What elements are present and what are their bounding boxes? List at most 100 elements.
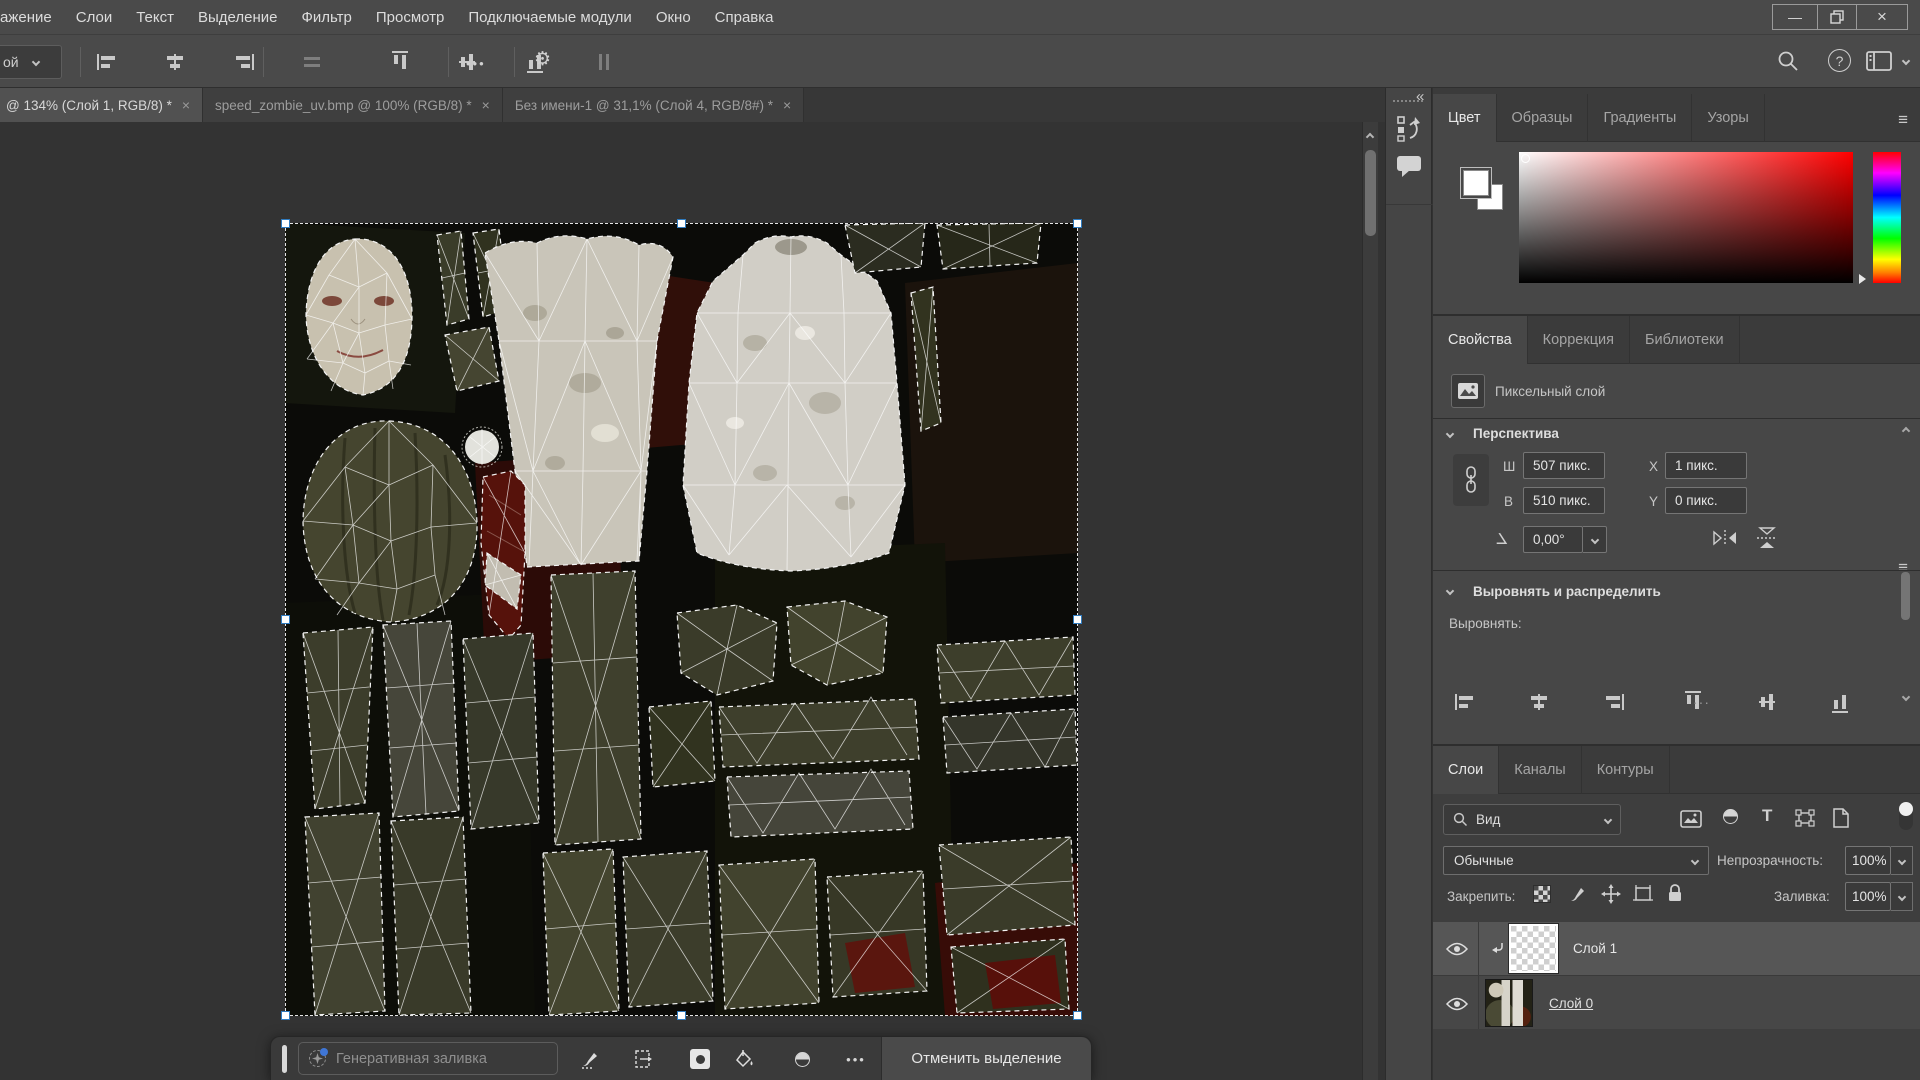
transform-selection-icon[interactable] (631, 1046, 657, 1072)
document-canvas-image[interactable] (285, 223, 1078, 1016)
more-ellipsis[interactable]: ··· (1693, 694, 1710, 710)
filter-adjustment-icon[interactable] (1720, 806, 1741, 827)
tab-properties[interactable]: Свойства (1433, 316, 1528, 364)
panel-menu-icon[interactable]: ≡ (1898, 110, 1908, 130)
filter-type-icon[interactable]: T (1762, 806, 1772, 826)
lock-pixels-icon[interactable] (1569, 885, 1587, 903)
add-mask-icon[interactable] (687, 1046, 713, 1072)
comments-panel-icon[interactable] (1396, 154, 1422, 178)
fill-field[interactable]: 100% (1845, 882, 1891, 911)
fill-bucket-icon[interactable] (731, 1046, 757, 1072)
transform-handle-se[interactable] (1073, 1011, 1082, 1020)
foreground-color-swatch[interactable] (1463, 170, 1489, 196)
hue-slider[interactable] (1873, 152, 1901, 283)
transform-handle-s[interactable] (677, 1011, 686, 1020)
tab-gradients[interactable]: Градиенты (1588, 94, 1692, 142)
canvas-vertical-scrollbar[interactable] (1362, 122, 1378, 1080)
transform-handle-w[interactable] (281, 615, 290, 624)
tab-libraries[interactable]: Библиотеки (1630, 316, 1740, 364)
fill-dropdown-button[interactable] (1891, 882, 1913, 911)
panel-grip[interactable] (1392, 99, 1424, 104)
visibility-eye-icon[interactable] (1446, 942, 1468, 956)
scrollbar-thumb[interactable] (1365, 150, 1376, 236)
layer-name[interactable]: Слой 0 (1549, 996, 1593, 1011)
align-left-button[interactable] (1455, 694, 1477, 710)
color-picker-ring[interactable] (1521, 154, 1530, 163)
align-right-button[interactable] (232, 54, 254, 70)
filter-image-icon[interactable] (1680, 810, 1702, 828)
workspace-icon[interactable] (1866, 51, 1892, 71)
tab-adjustments[interactable]: Коррекция (1528, 316, 1630, 364)
tab-swatches[interactable]: Образцы (1497, 94, 1589, 142)
menu-layers[interactable]: Слои (76, 9, 112, 26)
document-tab-1[interactable]: @ 134% (Слой 1, RGB/8) * × (0, 88, 203, 122)
scroll-up-icon[interactable] (1366, 133, 1374, 141)
align-center-h-button[interactable] (164, 54, 186, 70)
gear-icon[interactable]: ⚙ (534, 50, 551, 69)
color-saturation-field[interactable] (1519, 152, 1853, 283)
tab-close-icon[interactable]: × (182, 97, 190, 113)
link-dimensions-button[interactable] (1453, 454, 1489, 506)
chevron-down-icon[interactable] (1446, 430, 1454, 438)
deselect-button[interactable]: Отменить выделение (881, 1037, 1091, 1080)
help-icon[interactable]: ? (1828, 49, 1851, 72)
versions-panel-icon[interactable] (1396, 114, 1422, 142)
align-right-button[interactable] (1602, 694, 1624, 710)
blend-mode-dropdown[interactable]: Обычные (1443, 846, 1709, 875)
tab-color[interactable]: Цвет (1433, 94, 1497, 142)
tool-preset-dropdown[interactable]: ой (0, 45, 62, 79)
height-field[interactable]: 510 пикс. (1523, 487, 1605, 514)
visibility-eye-icon[interactable] (1446, 997, 1468, 1011)
tab-paths[interactable]: Контуры (1582, 746, 1670, 794)
tab-close-icon[interactable]: × (783, 97, 791, 113)
align-top-button[interactable] (392, 51, 408, 73)
lock-transparency-icon[interactable] (1533, 885, 1551, 903)
filter-toggle[interactable] (1899, 802, 1913, 830)
search-icon[interactable] (1776, 49, 1800, 73)
menu-view[interactable]: Просмотр (376, 9, 445, 26)
transform-handle-ne[interactable] (1073, 219, 1082, 228)
layer-name[interactable]: Слой 1 (1573, 941, 1617, 956)
x-field[interactable]: 1 пикс. (1665, 452, 1747, 479)
align-left-button[interactable] (97, 54, 119, 70)
opacity-dropdown-button[interactable] (1891, 846, 1913, 875)
flip-vertical-icon[interactable] (1755, 526, 1779, 550)
menu-image[interactable]: ажение (0, 9, 52, 26)
tab-close-icon[interactable]: × (482, 97, 490, 113)
align-center-h-button[interactable] (1528, 694, 1550, 710)
minimize-button[interactable]: — (1772, 4, 1818, 30)
menu-plugins[interactable]: Подключаемые модули (468, 9, 631, 26)
align-bottom-button[interactable] (1832, 691, 1848, 713)
layer-thumbnail[interactable] (1509, 924, 1558, 973)
chevron-down-icon[interactable] (1902, 57, 1910, 65)
filter-smart-object-icon[interactable] (1832, 808, 1850, 828)
taskbar-grip[interactable] (282, 1045, 287, 1073)
tab-layers[interactable]: Слои (1433, 746, 1499, 794)
close-button[interactable]: × (1856, 4, 1908, 30)
selection-brush-icon[interactable] (577, 1046, 603, 1072)
transform-handle-n[interactable] (677, 219, 686, 228)
layer-thumbnail[interactable] (1485, 979, 1533, 1027)
taskbar-more-button[interactable]: ••• (843, 1046, 869, 1072)
distribute-v-button[interactable] (596, 51, 612, 73)
transform-handle-nw[interactable] (281, 219, 290, 228)
tab-channels[interactable]: Каналы (1499, 746, 1581, 794)
flip-horizontal-icon[interactable] (1711, 528, 1739, 548)
restore-button[interactable] (1817, 4, 1857, 30)
canvas-area[interactable] (0, 122, 1385, 1080)
y-field[interactable]: 0 пикс. (1665, 487, 1747, 514)
transform-handle-e[interactable] (1073, 615, 1082, 624)
lock-all-icon[interactable] (1667, 883, 1683, 903)
transform-handle-sw[interactable] (281, 1011, 290, 1020)
angle-dropdown-button[interactable] (1583, 526, 1607, 553)
width-field[interactable]: 507 пикс. (1523, 452, 1605, 479)
lock-artboard-icon[interactable] (1633, 885, 1653, 903)
align-middle-v-button[interactable] (1759, 691, 1775, 713)
angle-field[interactable]: 0,00° (1523, 526, 1583, 553)
more-options-button[interactable]: ••• (466, 56, 486, 71)
lock-position-icon[interactable] (1601, 884, 1621, 904)
layer-filter-dropdown[interactable]: Вид (1443, 804, 1621, 835)
chevron-down-icon[interactable] (1446, 587, 1454, 595)
scroll-down-icon[interactable] (1902, 693, 1910, 701)
menu-type[interactable]: Текст (136, 9, 174, 26)
